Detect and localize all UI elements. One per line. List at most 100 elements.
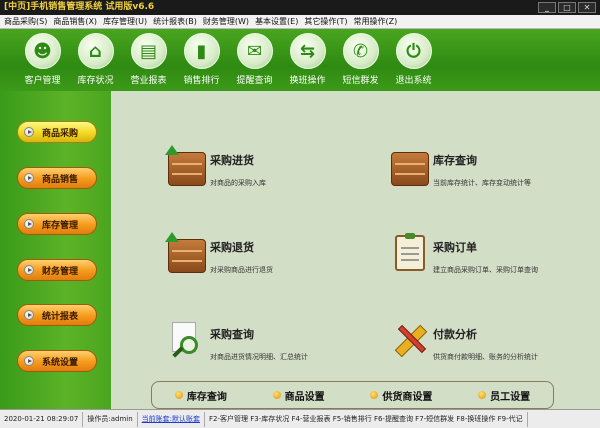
house-icon: ⌂ [77, 33, 114, 69]
play-icon [24, 310, 34, 320]
clipboard-icon: ▤ [130, 33, 167, 69]
left-sidebar: 商品采购 商品销售 库存管理 财务管理 统计报表 系统设置 [0, 91, 111, 409]
menu-purchase[interactable]: 商品采购(S) [4, 16, 47, 27]
feature-title: 采购退货 [210, 241, 254, 254]
sidebar-item-reports[interactable]: 统计报表 [17, 304, 97, 326]
toolbar-label: 退出系统 [395, 76, 432, 86]
toolbar-label: 库存状况 [77, 76, 114, 86]
status-bar: 2020-01-21 08:29:07 操作员:admin 当前账套:默认账套 … [0, 409, 600, 428]
clipboard-order-icon [391, 233, 429, 273]
status-datetime: 2020-01-21 08:29:07 [0, 411, 84, 427]
quick-link-product-settings[interactable]: 商品设置 [272, 388, 325, 403]
feature-payment-analysis[interactable]: 付款分析 供货商付款明细、账务的分析统计 [391, 322, 538, 362]
toolbar-label: 销售排行 [183, 76, 220, 86]
menu-finance[interactable]: 财务管理(W) [203, 16, 249, 27]
sidebar-item-label: 系统设置 [42, 357, 79, 368]
menu-other[interactable]: 其它操作(T) [304, 16, 347, 27]
menu-bar: 商品采购(S) 商品销售(X) 库存管理(U) 统计报表(B) 财务管理(W) … [0, 15, 600, 29]
toolbar-label: 短信群发 [342, 76, 379, 86]
feature-title: 采购订单 [433, 241, 477, 254]
feature-purchase-order[interactable]: 采购订单 建立商品采购订单、采购订单查询 [391, 233, 538, 275]
toolbar-sms-button[interactable]: ✆ 短信群发 [334, 29, 387, 91]
menu-reports[interactable]: 统计报表(B) [153, 16, 197, 27]
quick-link-label: 库存查询 [186, 391, 227, 403]
sidebar-item-sales[interactable]: 商品销售 [17, 167, 97, 189]
toolbar-label: 换班操作 [289, 76, 326, 86]
feature-purchase-in[interactable]: 采购进货 对商品的采购入库 [165, 145, 266, 188]
feature-desc: 对采购商品进行退货 [210, 266, 273, 274]
play-icon [24, 356, 34, 366]
main-panel: 采购进货 对商品的采购入库 库存查询 当前库存统计、库存变动统计等 采购退货 对… [111, 91, 600, 409]
toolbar-ranking-button[interactable]: ▮ 销售排行 [175, 29, 228, 91]
play-icon [24, 265, 34, 275]
feature-title: 付款分析 [433, 328, 477, 341]
power-icon: ⏻ [395, 33, 432, 69]
status-shortcuts: F2-客户管理 F3-库存状况 F4-营业报表 F5-销售排行 F6-提醒查询 … [205, 411, 528, 427]
sidebar-item-inventory[interactable]: 库存管理 [17, 213, 97, 235]
quick-link-label: 供货商设置 [382, 391, 433, 403]
feature-title: 采购查询 [210, 328, 254, 341]
feature-desc: 供货商付款明细、账务的分析统计 [433, 353, 538, 361]
quick-link-label: 员工设置 [490, 391, 531, 403]
bar-chart-icon: ▮ [183, 33, 220, 69]
window-title-bar: [中页]手机销售管理系统 试用版v6.6 _ □ ✕ [0, 0, 600, 15]
play-icon [24, 127, 34, 137]
toolbar-reminder-button[interactable]: ✉ 提醒查询 [228, 29, 281, 91]
toolbar-label: 提醒查询 [236, 76, 273, 86]
quick-link-supplier-settings[interactable]: 供货商设置 [370, 388, 432, 403]
quick-link-label: 商品设置 [284, 391, 325, 403]
sidebar-item-purchase[interactable]: 商品采购 [17, 121, 97, 143]
feature-stock-query[interactable]: 库存查询 当前库存统计、库存变动统计等 [391, 148, 531, 188]
box-in-icon [165, 145, 206, 186]
toolbar-exit-button[interactable]: ⏻ 退出系统 [387, 29, 440, 91]
message-icon: ✉ [236, 33, 273, 69]
play-icon [24, 173, 34, 183]
sms-icon: ✆ [342, 33, 379, 69]
bullet-icon [370, 391, 379, 399]
menu-sales[interactable]: 商品销售(X) [53, 16, 97, 27]
window-controls: _ □ ✕ [538, 2, 596, 13]
bullet-icon [478, 391, 487, 399]
status-operator: 操作员:admin [83, 411, 138, 427]
feature-desc: 当前库存统计、库存变动统计等 [433, 179, 531, 187]
quick-link-staff-settings[interactable]: 员工设置 [478, 388, 530, 403]
minimize-button[interactable]: _ [538, 2, 556, 13]
feature-title: 采购进货 [210, 154, 254, 167]
sidebar-item-settings[interactable]: 系统设置 [17, 350, 97, 372]
feature-desc: 对商品的采购入库 [210, 179, 266, 187]
status-account-link[interactable]: 当前账套:默认账套 [138, 411, 206, 427]
sidebar-item-label: 商品采购 [42, 128, 79, 139]
toolbar-customer-button[interactable]: ☻ 客户管理 [16, 29, 69, 91]
menu-common[interactable]: 常用操作(Z) [354, 16, 398, 27]
feature-purchase-query[interactable]: 采购查询 对商品进货情况明细、汇总统计 [168, 322, 308, 362]
menu-settings[interactable]: 基本设置(E) [255, 16, 298, 27]
sidebar-item-label: 财务管理 [42, 266, 79, 277]
window-title: [中页]手机销售管理系统 试用版v6.6 [4, 2, 155, 12]
feature-desc: 建立商品采购订单、采购订单查询 [433, 266, 538, 274]
feature-title: 库存查询 [433, 154, 477, 167]
person-card-icon: ☻ [24, 33, 61, 69]
bullet-icon [174, 391, 183, 399]
magnifier-icon [168, 322, 206, 360]
feature-desc: 对商品进货情况明细、汇总统计 [210, 353, 308, 361]
swap-icon: ⇆ [289, 33, 326, 69]
close-button[interactable]: ✕ [578, 2, 596, 13]
feature-purchase-return[interactable]: 采购退货 对采购商品进行退货 [165, 232, 273, 275]
toolbar-stock-button[interactable]: ⌂ 库存状况 [69, 29, 122, 91]
toolbar-label: 营业报表 [130, 76, 167, 86]
quick-links-bar: 库存查询 商品设置 供货商设置 员工设置 [151, 381, 554, 409]
box-icon [391, 148, 429, 186]
toolbar-shift-button[interactable]: ⇆ 换班操作 [281, 29, 334, 91]
sidebar-item-label: 库存管理 [42, 220, 79, 231]
play-icon [24, 219, 34, 229]
toolbar-report-button[interactable]: ▤ 营业报表 [122, 29, 175, 91]
toolbar-label: 客户管理 [24, 76, 61, 86]
bullet-icon [272, 391, 281, 399]
menu-inventory[interactable]: 库存管理(U) [103, 16, 147, 27]
main-toolbar: ☻ 客户管理 ⌂ 库存状况 ▤ 营业报表 ▮ 销售排行 ✉ 提醒查询 ⇆ 换班操… [0, 29, 600, 91]
maximize-button[interactable]: □ [558, 2, 576, 13]
quick-link-stock-query[interactable]: 库存查询 [174, 388, 227, 403]
sidebar-item-label: 统计报表 [42, 311, 79, 322]
sidebar-item-finance[interactable]: 财务管理 [17, 259, 97, 281]
sidebar-item-label: 商品销售 [42, 174, 79, 185]
